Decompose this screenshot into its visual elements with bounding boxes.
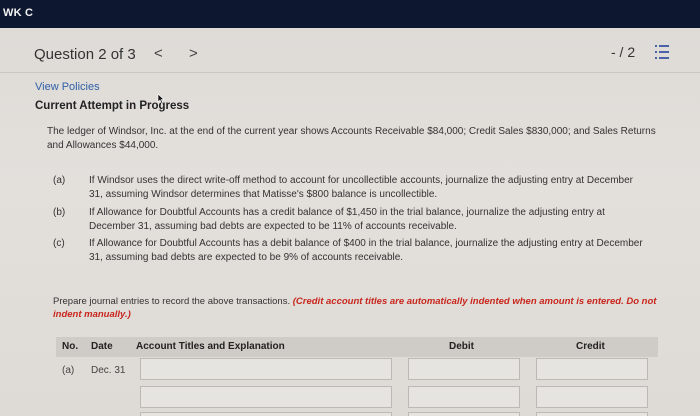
problem-intro: The ledger of Windsor, Inc. at the end o… xyxy=(47,126,656,151)
row-a-date: Dec. 31 xyxy=(91,365,126,376)
question-counter: Question 2 of 3 xyxy=(34,46,136,63)
account-title-input[interactable] xyxy=(140,386,392,408)
part-b-label: (b) xyxy=(53,207,66,218)
debit-input[interactable] xyxy=(408,386,520,408)
col-date-header: Date xyxy=(91,341,113,352)
debit-input[interactable] xyxy=(408,358,520,380)
col-debit-header: Debit xyxy=(449,341,474,352)
mouse-pointer-icon xyxy=(157,94,165,104)
journal-table-header: No. Date Account Titles and Explanation … xyxy=(56,337,658,357)
previous-question-button[interactable]: < xyxy=(154,45,163,62)
part-a-text: If Windsor uses the direct write-off met… xyxy=(89,175,633,200)
list-icon[interactable] xyxy=(655,45,669,59)
col-account-header: Account Titles and Explanation xyxy=(136,341,285,352)
top-bar: WK C xyxy=(0,0,700,28)
next-question-button[interactable]: > xyxy=(189,45,198,62)
part-b: (b) If Allowance for Doubtful Accounts h… xyxy=(53,206,653,236)
instructions-main: Prepare journal entries to record the ab… xyxy=(53,296,293,307)
credit-input[interactable] xyxy=(536,412,648,416)
instructions: Prepare journal entries to record the ab… xyxy=(53,295,663,321)
row-a-no: (a) xyxy=(62,365,75,376)
part-a-label: (a) xyxy=(53,175,66,186)
part-c: (c) If Allowance for Doubtful Accounts h… xyxy=(53,237,653,267)
view-policies-link[interactable]: View Policies xyxy=(35,81,100,93)
account-title-input[interactable] xyxy=(140,412,392,416)
account-title-input[interactable] xyxy=(140,358,392,380)
brand-logo: WK C xyxy=(3,7,34,19)
credit-input[interactable] xyxy=(536,358,648,380)
part-a: (a) If Windsor uses the direct write-off… xyxy=(53,174,653,204)
header-divider xyxy=(0,72,700,73)
part-c-label: (c) xyxy=(53,238,65,249)
question-score: - / 2 xyxy=(611,44,636,60)
attempt-status: Current Attempt in Progress xyxy=(35,100,190,112)
credit-input[interactable] xyxy=(536,386,648,408)
part-c-text: If Allowance for Doubtful Accounts has a… xyxy=(89,238,643,263)
col-credit-header: Credit xyxy=(576,341,605,352)
col-no-header: No. xyxy=(62,341,79,352)
debit-input[interactable] xyxy=(408,412,520,416)
question-page: Question 2 of 3 < > - / 2 View Policies … xyxy=(0,28,700,416)
part-b-text: If Allowance for Doubtful Accounts has a… xyxy=(89,207,605,232)
